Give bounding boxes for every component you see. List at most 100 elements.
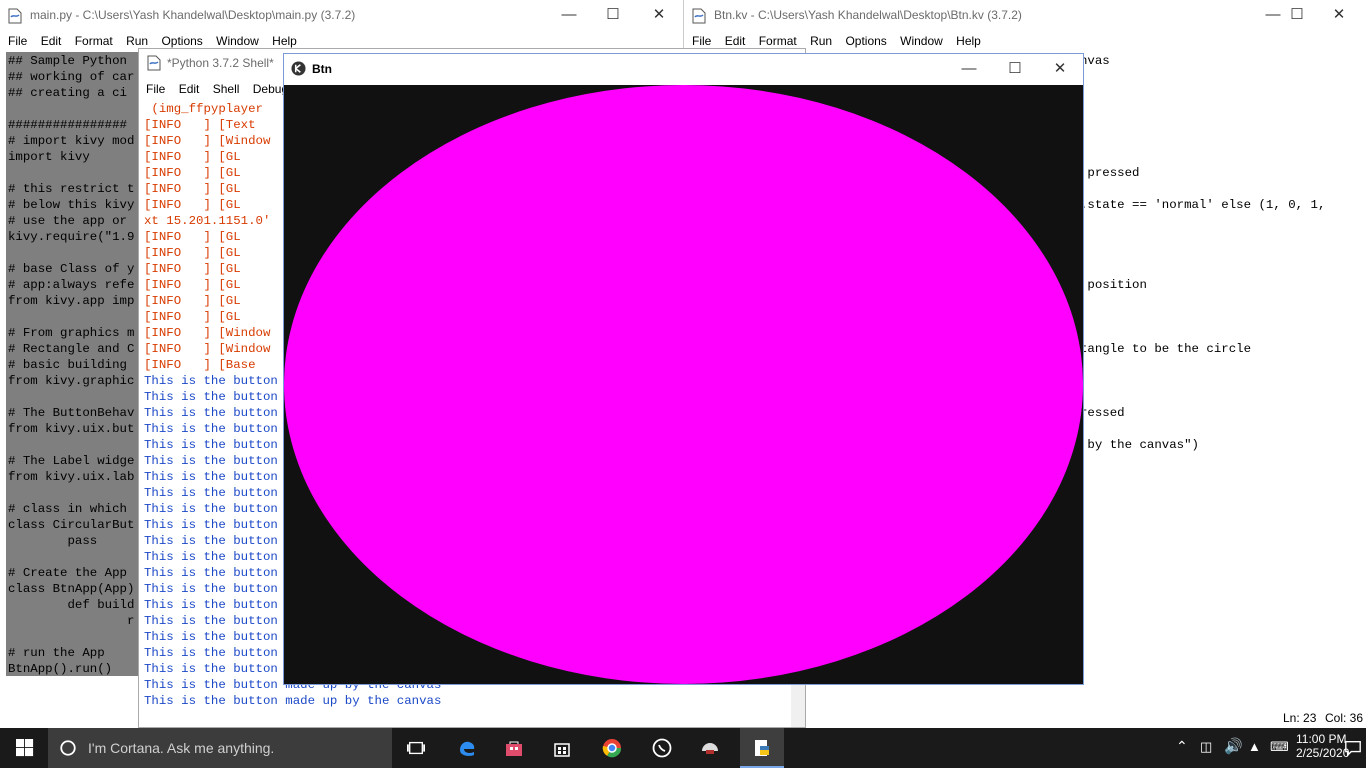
menu-run[interactable]: Run (805, 32, 837, 50)
kv-code-fragment: pressed (1080, 166, 1140, 180)
kv-code-fragment: ressed (1080, 406, 1125, 420)
clock-date: 2/25/2020 (1296, 746, 1350, 760)
code-line: # The Label widge (8, 454, 135, 468)
whatsapp-icon (652, 738, 672, 758)
menu-shell[interactable]: Shell (208, 80, 245, 98)
idle-shell-icon (147, 55, 161, 71)
code-line: # class in which (8, 502, 127, 516)
menu-format[interactable]: Format (70, 32, 118, 50)
status-col: Col: 36 (1325, 711, 1364, 725)
btn-kv-title: Btn.kv - C:\Users\Yash Khandelwal\Deskto… (714, 8, 1022, 22)
maximize-button[interactable]: ☐ (1274, 0, 1320, 30)
menu-edit[interactable]: Edit (36, 32, 67, 50)
btn-app-canvas (284, 85, 1083, 684)
btn-app-title: Btn (312, 62, 332, 76)
main-py-titlebar[interactable]: main.py - C:\Users\Yash Khandelwal\Deskt… (0, 0, 683, 32)
taskbar-edge[interactable] (446, 728, 486, 768)
notifications-button[interactable] (1340, 728, 1366, 768)
menu-edit[interactable]: Edit (174, 80, 205, 98)
code-line: import kivy (8, 150, 90, 164)
code-line: from kivy.uix.lab (8, 470, 135, 484)
taskbar-python-idle[interactable] (740, 728, 784, 768)
close-button[interactable]: ✕ (636, 0, 682, 30)
maximize-button[interactable]: ☐ (590, 0, 636, 30)
idle-file-icon (8, 8, 22, 24)
code-line: # base Class of y (8, 262, 135, 276)
kivy-logo-icon (291, 61, 306, 76)
code-line: ## Sample Python (8, 54, 127, 68)
main-py-title: main.py - C:\Users\Yash Khandelwal\Deskt… (30, 8, 356, 22)
battery-icon[interactable]: ◫ (1200, 739, 1212, 755)
task-view-icon (407, 741, 425, 755)
menu-file[interactable]: File (141, 80, 170, 98)
code-line: from kivy.app imp (8, 294, 135, 308)
edge-icon (460, 741, 475, 756)
wifi-icon[interactable]: ▲ (1248, 739, 1261, 754)
language-icon[interactable]: ⌨ (1270, 739, 1289, 755)
chrome-icon (602, 739, 622, 758)
code-line: class BtnApp(App) (8, 582, 135, 596)
taskbar-chrome[interactable] (592, 728, 632, 768)
tray-chevron-up-icon[interactable]: ⌃ (1176, 738, 1188, 755)
kv-code-fragment: by the canvas") (1080, 438, 1199, 452)
start-button[interactable] (0, 728, 48, 768)
code-line: class CircularBut (8, 518, 135, 532)
clock[interactable]: 11:00 PM 2/25/2020 (1296, 728, 1350, 768)
kv-code-fragment: tangle to be the circle (1080, 342, 1252, 356)
clock-time: 11:00 PM (1296, 732, 1347, 746)
minimize-button[interactable]: — (946, 54, 992, 84)
code-line: ## working of car (8, 70, 135, 84)
status-line: Ln: 23 (1283, 711, 1317, 725)
code-line: # app:always refe (8, 278, 135, 292)
taskbar-windows-store[interactable] (542, 728, 582, 768)
code-line: from kivy.uix.but (8, 422, 135, 436)
task-view-button[interactable] (396, 728, 436, 768)
menu-window[interactable]: Window (895, 32, 948, 50)
store-bag-icon (506, 741, 522, 756)
volume-icon[interactable]: 🔊 (1224, 737, 1243, 755)
taskbar-app[interactable] (690, 728, 730, 768)
idle-file-icon (692, 8, 706, 24)
shell-line: This is the button made up by the canvas (144, 694, 442, 708)
code-line: from kivy.graphic (8, 374, 135, 388)
btn-app-titlebar[interactable]: Btn — ☐ ✕ (284, 54, 1083, 85)
python-idle-icon (755, 740, 769, 756)
code-line: ## creating a ci (8, 86, 127, 100)
menu-options[interactable]: Options (840, 32, 891, 50)
kv-code-fragment: nvas (1080, 54, 1110, 68)
minimize-button[interactable]: — (546, 0, 592, 30)
cortana-search-box[interactable]: I'm Cortana. Ask me anything. (48, 728, 392, 768)
code-line: # use the app or (8, 214, 127, 228)
menu-file[interactable]: File (3, 32, 32, 50)
code-line: # Rectangle and C (8, 342, 135, 356)
maximize-button[interactable]: ☐ (992, 54, 1038, 84)
main-py-code-editor[interactable]: ## Sample Python ## working of car ## crea… (8, 53, 134, 677)
taskbar-store[interactable] (494, 728, 534, 768)
system-tray: ⌃ ◫ 🔊 ▲ ⌨ (1170, 728, 1296, 768)
code-line: # From graphics m (8, 326, 135, 340)
kv-code-fragment: .state == 'normal' else (1, 0, 1, (1080, 198, 1326, 212)
cortana-text: I'm Cortana. Ask me anything. (88, 740, 275, 756)
close-button[interactable]: ✕ (1037, 54, 1083, 84)
circular-button[interactable] (284, 85, 1083, 684)
code-line: # import kivy mod (8, 134, 135, 148)
btn-kv-titlebar[interactable]: Btn.kv - C:\Users\Yash Khandelwal\Deskto… (684, 0, 1366, 32)
code-line: # The ButtonBehav (8, 406, 135, 420)
menu-help[interactable]: Help (951, 32, 986, 50)
helmet-icon (702, 743, 718, 754)
code-line: # this restrict t (8, 182, 135, 196)
code-line: # run the App (8, 646, 105, 660)
code-line: r (8, 614, 135, 628)
kv-code-fragment: position (1080, 278, 1147, 292)
taskbar-whatsapp[interactable] (642, 728, 682, 768)
close-button[interactable]: ✕ (1316, 0, 1362, 30)
code-line: ################ (8, 118, 127, 132)
cortana-icon (60, 740, 76, 756)
